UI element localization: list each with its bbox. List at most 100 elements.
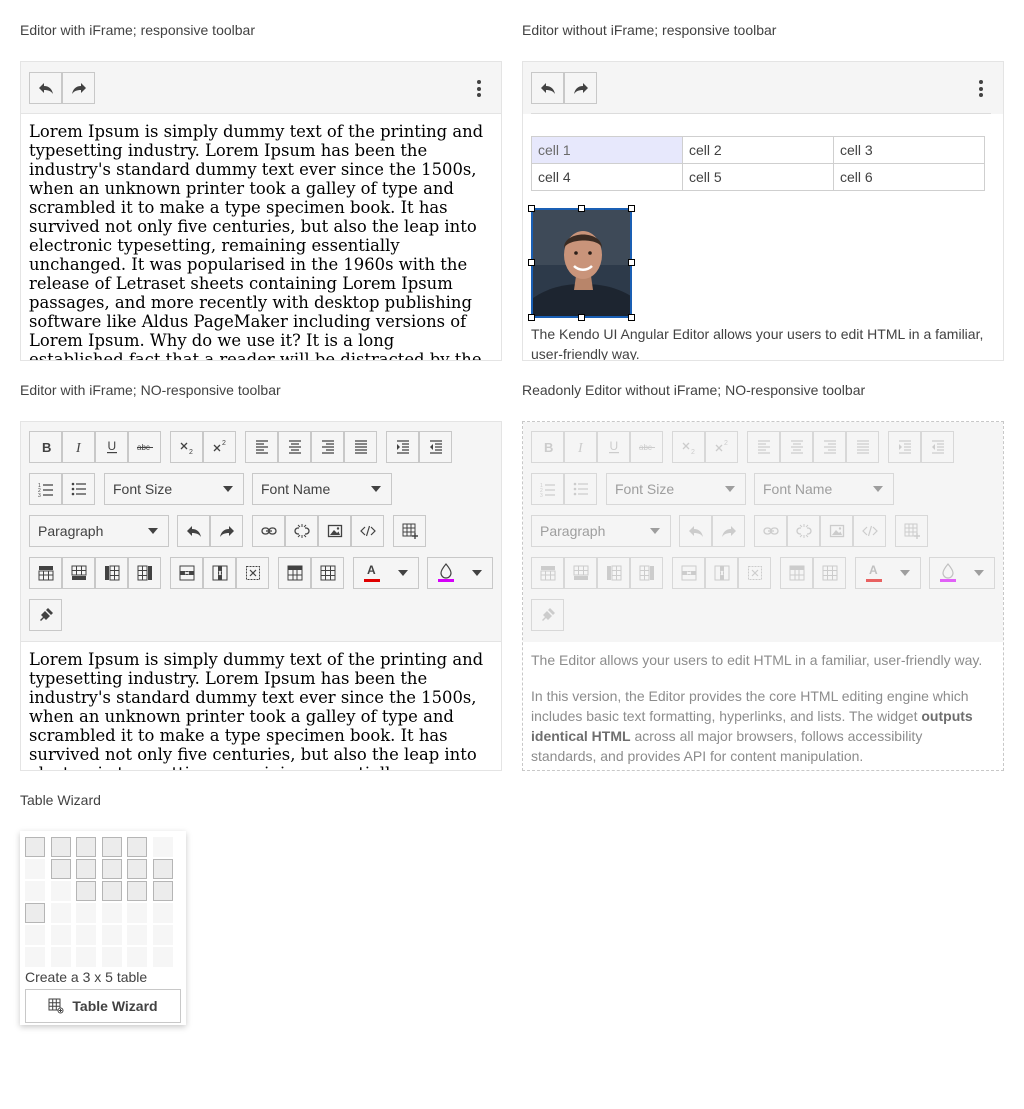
align-left-button[interactable]: [245, 431, 278, 463]
table-wizard-cell[interactable]: [25, 881, 45, 901]
table-wizard-cell[interactable]: [76, 881, 97, 901]
undo-button[interactable]: [29, 72, 62, 104]
view-source-button[interactable]: [351, 515, 384, 547]
resize-handle[interactable]: [528, 205, 535, 212]
text-color-picker[interactable]: [353, 557, 419, 589]
table-wizard-cell[interactable]: [127, 925, 148, 945]
subscript-button[interactable]: [170, 431, 203, 463]
table-cell[interactable]: cell 3: [833, 136, 985, 164]
table-wizard-cell[interactable]: [127, 859, 148, 879]
resize-handle[interactable]: [628, 314, 635, 321]
table-wizard-cell[interactable]: [76, 947, 97, 967]
table-wizard-cell[interactable]: [127, 947, 148, 967]
underline-button[interactable]: [95, 431, 128, 463]
table-wizard-cell[interactable]: [25, 859, 45, 879]
outdent-button[interactable]: [419, 431, 452, 463]
table-wizard-cell[interactable]: [76, 859, 97, 879]
table-wizard-cell[interactable]: [101, 925, 122, 945]
table-wizard-cell[interactable]: [50, 925, 71, 945]
font-size-dropdown[interactable]: Font Size: [104, 473, 244, 505]
insert-image-button[interactable]: [318, 515, 351, 547]
italic-button[interactable]: [62, 431, 95, 463]
format-dropdown[interactable]: Paragraph: [29, 515, 169, 547]
more-tools-icon[interactable]: [979, 80, 983, 100]
delete-row-button[interactable]: [170, 557, 203, 589]
content-image[interactable]: [531, 208, 632, 318]
table-wizard-cell[interactable]: [101, 903, 122, 923]
resize-handle[interactable]: [578, 314, 585, 321]
table-cell[interactable]: cell 6: [833, 163, 985, 191]
redo-button[interactable]: [62, 72, 95, 104]
table-wizard-grid[interactable]: [25, 837, 181, 969]
insert-table-button[interactable]: [393, 515, 426, 547]
table-wizard-cell[interactable]: [101, 859, 122, 879]
table-cell[interactable]: cell 4: [531, 163, 683, 191]
undo-button[interactable]: [177, 515, 210, 547]
table-wizard-cell[interactable]: [127, 881, 148, 901]
table-wizard-cell[interactable]: [50, 947, 71, 967]
table-wizard-cell[interactable]: [76, 903, 97, 923]
table-wizard-cell[interactable]: [50, 903, 71, 923]
table-cell[interactable]: cell 1: [531, 136, 683, 164]
resize-handle[interactable]: [528, 259, 535, 266]
table-wizard-cell[interactable]: [153, 947, 173, 967]
table-cell[interactable]: cell 2: [682, 136, 834, 164]
table-wizard-cell[interactable]: [76, 837, 97, 857]
table-wizard-cell[interactable]: [25, 837, 45, 857]
table-wizard-cell[interactable]: [25, 947, 45, 967]
add-column-right-button[interactable]: [128, 557, 161, 589]
merge-cells-button[interactable]: [278, 557, 311, 589]
unordered-list-button[interactable]: [62, 473, 95, 505]
table-wizard-cell[interactable]: [101, 881, 122, 901]
table-wizard-cell[interactable]: [127, 903, 148, 923]
add-row-below-button[interactable]: [62, 557, 95, 589]
table-wizard-cell[interactable]: [153, 881, 173, 901]
add-column-left-button[interactable]: [95, 557, 128, 589]
content-table[interactable]: cell 1 cell 2 cell 3 cell 4 cell 5 cell …: [531, 136, 985, 191]
table-wizard-cell[interactable]: [101, 837, 122, 857]
table-wizard-cell[interactable]: [25, 925, 45, 945]
align-justify-button[interactable]: [344, 431, 377, 463]
delete-column-button[interactable]: [203, 557, 236, 589]
table-wizard-cell[interactable]: [50, 837, 71, 857]
strikethrough-button[interactable]: [128, 431, 161, 463]
table-wizard-cell[interactable]: [153, 925, 173, 945]
add-row-above-button[interactable]: [29, 557, 62, 589]
clean-formatting-button[interactable]: [29, 599, 62, 631]
align-right-button[interactable]: [311, 431, 344, 463]
more-tools-icon[interactable]: [477, 80, 481, 100]
split-cells-button[interactable]: [311, 557, 344, 589]
background-color-picker[interactable]: [427, 557, 493, 589]
table-wizard-cell[interactable]: [50, 859, 71, 879]
table-wizard-cell[interactable]: [153, 859, 173, 879]
table-wizard-cell[interactable]: [127, 837, 148, 857]
align-center-button[interactable]: [278, 431, 311, 463]
table-wizard-cell[interactable]: [101, 947, 122, 967]
resize-handle[interactable]: [528, 314, 535, 321]
table-wizard-cell[interactable]: [50, 881, 71, 901]
delete-table-button[interactable]: [236, 557, 269, 589]
insert-link-button[interactable]: [252, 515, 285, 547]
editor-content[interactable]: Lorem Ipsum is simply dummy text of the …: [29, 650, 493, 770]
indent-button[interactable]: [386, 431, 419, 463]
table-wizard-cell[interactable]: [153, 837, 173, 857]
table-cell[interactable]: cell 5: [682, 163, 834, 191]
ordered-list-button[interactable]: [29, 473, 62, 505]
resize-handle[interactable]: [628, 205, 635, 212]
resize-handle[interactable]: [578, 205, 585, 212]
editor-content[interactable]: Lorem Ipsum is simply dummy text of the …: [29, 122, 493, 360]
table-wizard-cell[interactable]: [25, 903, 45, 923]
table-wizard-button[interactable]: Table Wizard: [25, 989, 181, 1023]
redo-button[interactable]: [564, 72, 597, 104]
undo-button[interactable]: [531, 72, 564, 104]
resize-handle[interactable]: [628, 259, 635, 266]
superscript-button[interactable]: [203, 431, 236, 463]
indent-button: [888, 431, 921, 463]
redo-button[interactable]: [210, 515, 243, 547]
table-wizard-cell[interactable]: [153, 903, 173, 923]
table-wizard-cell[interactable]: [76, 925, 97, 945]
unlink-button[interactable]: [285, 515, 318, 547]
font-name-dropdown[interactable]: Font Name: [252, 473, 392, 505]
editor-paragraph[interactable]: The Kendo UI Angular Editor allows your …: [531, 324, 991, 360]
bold-button[interactable]: [29, 431, 62, 463]
